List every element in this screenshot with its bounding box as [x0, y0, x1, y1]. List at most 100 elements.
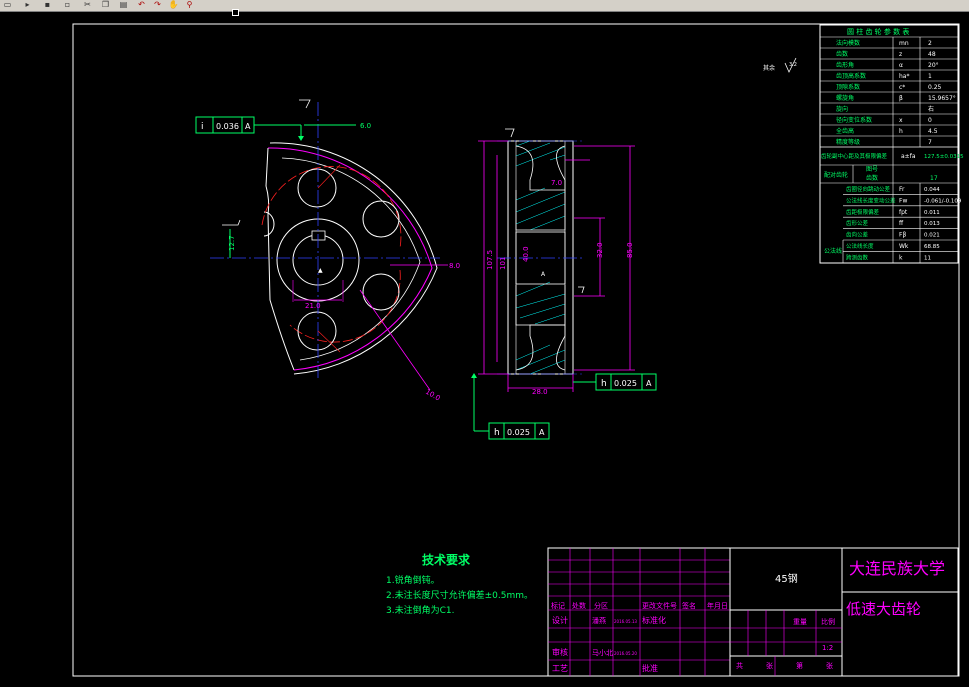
svg-text:10.0: 10.0 [424, 388, 442, 403]
roughness-symbol: 其余 3.2 [763, 57, 797, 73]
svg-text:批准: 批准 [642, 663, 658, 673]
svg-text:其余: 其余 [763, 64, 775, 72]
svg-text:1:2: 1:2 [822, 644, 833, 652]
svg-text:85.0: 85.0 [626, 242, 634, 258]
param-symbol: ha* [899, 73, 909, 80]
section-view: 107.5 101 40.0 32.0 85.0 7.0 28.0 A h 0.… [471, 128, 657, 440]
svg-text:107.5: 107.5 [486, 250, 494, 270]
check-value: -0.061/-0.109 [924, 198, 962, 204]
param-symbol: z [899, 51, 902, 58]
check-symbol: Wk [899, 243, 909, 250]
svg-text:h: h [601, 379, 607, 389]
svg-text:A: A [539, 428, 545, 437]
param-value: 0 [928, 117, 932, 124]
param-value: 1 [928, 73, 932, 80]
param-name: 齿形角 [836, 61, 854, 69]
tech-req-item: 1.锐角倒钝。 [386, 576, 440, 586]
svg-text:低速大齿轮: 低速大齿轮 [846, 600, 921, 618]
svg-text:张: 张 [826, 661, 833, 670]
check-symbol: Fβ [899, 232, 906, 239]
svg-text:2016.05.13: 2016.05.13 [614, 619, 637, 624]
svg-text:▲: ▲ [318, 267, 323, 274]
svg-text:a±fa: a±fa [901, 153, 916, 160]
svg-text:A: A [541, 271, 546, 278]
tech-req-item: 2.未注长度尺寸允许偏差±0.5mm。 [386, 591, 533, 601]
tech-req-item: 3.未注倒角为C1. [386, 606, 455, 616]
svg-text:配对齿轮: 配对齿轮 [824, 171, 848, 179]
param-value: 2 [928, 40, 932, 47]
param-name: 全齿高 [836, 127, 854, 135]
check-value: 0.021 [924, 233, 940, 239]
svg-text:12.7: 12.7 [228, 235, 236, 251]
svg-text:A: A [245, 122, 251, 131]
svg-text:齿数: 齿数 [866, 174, 878, 182]
svg-text:共: 共 [736, 661, 743, 670]
svg-text:张: 张 [766, 661, 773, 670]
svg-text:工艺: 工艺 [552, 664, 568, 673]
param-name: 法向模数 [836, 39, 860, 47]
svg-text:0.025: 0.025 [507, 428, 530, 437]
check-value: 0.044 [924, 187, 940, 193]
param-value: 15.9657° [928, 95, 956, 102]
check-symbol: ff [899, 220, 904, 227]
param-symbol: x [899, 117, 903, 124]
front-view: i 0.036 A 6.0 12.7 21.0 8.0 10.0 ▲ [195, 99, 460, 403]
check-name: 齿圈径向跳动公差 [846, 185, 891, 193]
face-runout-frame-1: h 0.025 A [573, 373, 657, 391]
svg-text:设计: 设计 [552, 615, 568, 625]
svg-text:审核: 审核 [552, 647, 568, 657]
svg-text:i: i [201, 122, 204, 132]
check-symbol: Fr [899, 186, 905, 193]
svg-text:比例: 比例 [821, 617, 835, 626]
svg-text:32.0: 32.0 [596, 242, 604, 258]
svg-text:年月日: 年月日 [707, 601, 728, 610]
check-name: 齿距极限偏差 [846, 208, 880, 216]
svg-text:大连民族大学: 大连民族大学 [849, 559, 945, 578]
param-name: 齿数 [836, 50, 848, 58]
check-value: 68.85 [924, 244, 940, 250]
check-value: 0.013 [924, 221, 940, 227]
param-name: 齿顶高系数 [836, 72, 866, 80]
svg-text:2016.05.20: 2016.05.20 [614, 651, 637, 656]
svg-text:3.2: 3.2 [789, 62, 797, 68]
param-name: 精度等级 [836, 138, 860, 146]
radial-runout-frame: i 0.036 A [195, 116, 304, 141]
svg-text:图号: 图号 [866, 166, 878, 173]
svg-text:21.0: 21.0 [305, 302, 321, 310]
svg-text:公法线: 公法线 [824, 247, 842, 255]
svg-text:28.0: 28.0 [532, 388, 548, 396]
face-runout-frame-2: h 0.025 A [471, 373, 550, 440]
svg-text:17: 17 [930, 175, 938, 182]
svg-text:签名: 签名 [682, 601, 696, 610]
param-value: 20° [928, 62, 939, 69]
param-symbol: h [899, 128, 903, 135]
param-value: 48 [928, 51, 936, 58]
svg-text:重量: 重量 [793, 618, 807, 626]
param-name: 径向变位系数 [836, 116, 872, 124]
check-name: 公法线长度变动公差 [846, 196, 896, 204]
svg-text:圆 柱 齿 轮 参 数 表: 圆 柱 齿 轮 参 数 表 [847, 27, 909, 36]
svg-text:更改文件号: 更改文件号 [642, 601, 677, 610]
param-symbol: α [899, 62, 903, 69]
gear-parameter-table: 圆 柱 齿 轮 参 数 表 法向模数 mn 2齿数 z 48齿形角 α 20°齿顶高系数 ha… [819, 24, 964, 264]
param-value: 0.25 [928, 84, 942, 91]
svg-text:潘燕: 潘燕 [592, 616, 606, 625]
svg-text:0.025: 0.025 [614, 379, 637, 388]
svg-text:6.0: 6.0 [360, 122, 371, 130]
svg-text:7.0: 7.0 [551, 179, 562, 187]
check-symbol: fpt [899, 209, 908, 216]
check-name: 公法线长度 [846, 242, 874, 250]
check-name: 齿形公差 [846, 219, 869, 227]
svg-text:标记: 标记 [551, 601, 565, 610]
svg-text:8.0: 8.0 [449, 262, 460, 270]
param-symbol: β [899, 95, 903, 102]
param-value: 右 [928, 105, 934, 113]
svg-text:101: 101 [499, 257, 507, 270]
param-symbol: mn [899, 40, 909, 47]
check-symbol: Fw [899, 197, 907, 204]
svg-text:马小北: 马小北 [592, 648, 613, 657]
tech-req-title: 技术要求 [422, 553, 471, 567]
svg-text:分区: 分区 [594, 601, 608, 610]
check-name: 齿向公差 [846, 231, 869, 239]
check-name: 跨测齿数 [846, 253, 869, 261]
